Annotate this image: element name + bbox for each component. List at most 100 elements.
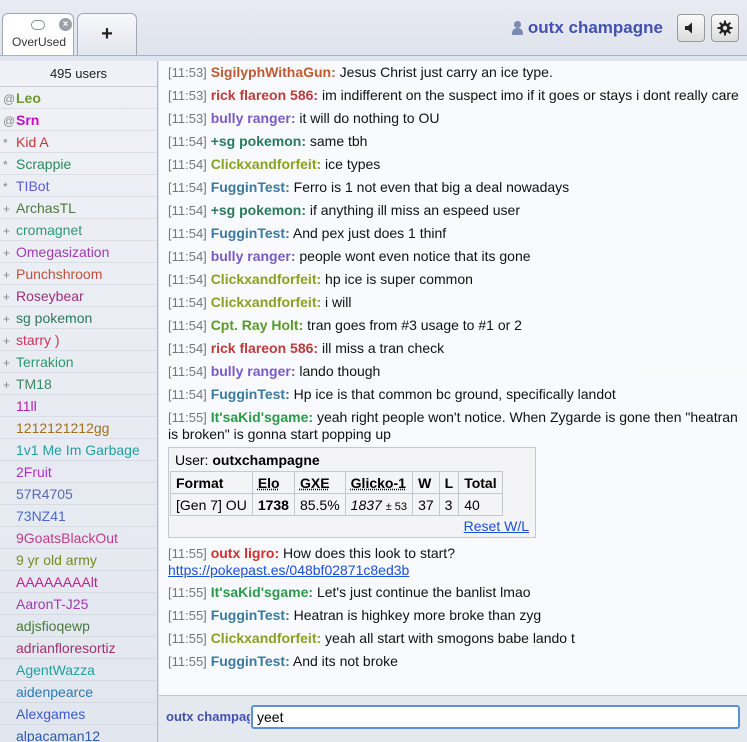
- userlist-item[interactable]: @Leo: [0, 87, 157, 109]
- message-author[interactable]: FugginTest:: [211, 653, 290, 669]
- userlist-item[interactable]: 73NZ41: [0, 505, 157, 527]
- my-nick[interactable]: outx champagne: [166, 709, 250, 724]
- current-username[interactable]: outx champagne: [528, 18, 663, 38]
- new-tab-button[interactable]: +: [77, 13, 137, 55]
- userlist-item[interactable]: 11ll: [0, 395, 157, 417]
- userlist-item[interactable]: + sg pokemon: [0, 307, 157, 329]
- userlist-item[interactable]: + ArchasTL: [0, 197, 157, 219]
- message-timestamp: [11:54]: [168, 341, 207, 356]
- message-author[interactable]: +sg pokemon:: [211, 202, 306, 218]
- message-author[interactable]: Clickxandforfeit:: [211, 294, 321, 310]
- message-text: How does this look to start?: [283, 545, 455, 561]
- message-author[interactable]: FugginTest:: [211, 386, 290, 402]
- message-author[interactable]: FugginTest:: [211, 607, 290, 623]
- rating-box: User: outxchampagne Format Elo GXE Glick…: [168, 447, 536, 538]
- userlist-item[interactable]: * TIBot: [0, 175, 157, 197]
- userlist-item[interactable]: + Terrakion: [0, 351, 157, 373]
- userlist-item[interactable]: + cromagnet: [0, 219, 157, 241]
- message-text: tran goes from #3 usage to #1 or 2: [307, 317, 522, 333]
- userlist-item[interactable]: Alexgames: [0, 703, 157, 725]
- message-author[interactable]: bully ranger:: [211, 363, 296, 379]
- chat-message: [11:54] +sg pokemon: if anything ill mis…: [159, 199, 747, 222]
- user-name: 2Fruit: [16, 464, 52, 480]
- userlist-item[interactable]: 1212121212gg: [0, 417, 157, 439]
- reset-wl-link[interactable]: Reset W/L: [464, 518, 529, 534]
- user-rank: +: [3, 290, 11, 304]
- message-author[interactable]: rick flareon 586:: [211, 340, 318, 356]
- userlist-item[interactable]: 57R4705: [0, 483, 157, 505]
- cell-elo: 1738: [251, 493, 295, 516]
- message-link[interactable]: https://pokepast.es/048bf02871c8ed3b: [168, 562, 409, 578]
- message-author[interactable]: Clickxandforfeit:: [211, 630, 321, 646]
- user-rank: @: [3, 114, 16, 128]
- user-name: AAAAAAAAlt: [16, 574, 98, 590]
- userlist-item[interactable]: + starry ): [0, 329, 157, 351]
- user-name: TIBot: [16, 178, 50, 194]
- chat-message: [11:55] It'saKid'sgame: Let's just conti…: [159, 581, 747, 604]
- message-text: lando though: [299, 363, 381, 379]
- userlist-item[interactable]: adjsfioqewp: [0, 615, 157, 637]
- message-text: yeah all start with smogons babe lando t: [325, 630, 575, 646]
- userlist-item[interactable]: AaronT-J25: [0, 593, 157, 615]
- userlist-item[interactable]: + Punchshroom: [0, 263, 157, 285]
- message-timestamp: [11:53]: [168, 111, 207, 126]
- user-name: Alexgames: [16, 706, 86, 722]
- chat-message: [11:54] Clickxandforfeit: hp ice is supe…: [159, 268, 747, 291]
- userlist-item[interactable]: + Roseybear: [0, 285, 157, 307]
- userlist-item[interactable]: 9 yr old army: [0, 549, 157, 571]
- cell-l: 3: [438, 493, 460, 516]
- user-name: Terrakion: [16, 354, 74, 370]
- user-name: 57R4705: [16, 486, 73, 502]
- userlist-item[interactable]: adrianfloresortiz: [0, 637, 157, 659]
- message-author[interactable]: Clickxandforfeit:: [211, 271, 321, 287]
- userlist-item[interactable]: @Srn: [0, 109, 157, 131]
- message-author[interactable]: bully ranger:: [211, 248, 296, 264]
- chat-input[interactable]: yeet: [251, 705, 740, 729]
- userlist-item[interactable]: AgentWazza: [0, 659, 157, 681]
- user-name: Punchshroom: [16, 266, 103, 282]
- chat-message: [11:55] Clickxandforfeit: yeah all start…: [159, 627, 747, 650]
- message-author[interactable]: bully ranger:: [211, 110, 296, 126]
- user-name: Omegasization: [16, 244, 110, 260]
- message-author[interactable]: Clickxandforfeit:: [211, 156, 321, 172]
- plus-icon: +: [101, 23, 113, 45]
- col-glicko: Glicko-1: [344, 471, 414, 494]
- message-author[interactable]: It'saKid'sgame:: [211, 584, 313, 600]
- userlist-item[interactable]: + TM18: [0, 373, 157, 395]
- userlist-item[interactable]: 9GoatsBlackOut: [0, 527, 157, 549]
- tab-overused[interactable]: × OverUsed: [2, 13, 74, 55]
- userlist-item[interactable]: aidenpearce: [0, 681, 157, 703]
- user-name: starry ): [16, 332, 60, 348]
- message-author[interactable]: rick flareon 586:: [211, 87, 318, 103]
- message-author[interactable]: It'saKid'sgame:: [211, 409, 313, 425]
- userlist-item[interactable]: * Scrappie: [0, 153, 157, 175]
- userlist-item[interactable]: 2Fruit: [0, 461, 157, 483]
- userlist-item[interactable]: alpacaman12: [0, 725, 157, 742]
- message-author[interactable]: Cpt. Ray Holt:: [211, 317, 304, 333]
- message-text: it will do nothing to OU: [299, 110, 440, 126]
- message-author[interactable]: FugginTest:: [211, 179, 290, 195]
- message-author[interactable]: SigilyphWithaGun:: [211, 64, 336, 80]
- userlist-item[interactable]: AAAAAAAAlt: [0, 571, 157, 593]
- chat-message: [11:55] FugginTest: Heatran is highkey m…: [159, 604, 747, 627]
- message-author[interactable]: outx ligro:: [211, 545, 279, 561]
- message-author[interactable]: FugginTest:: [211, 225, 290, 241]
- cell-total: 40: [458, 493, 503, 516]
- message-timestamp: [11:55]: [168, 631, 207, 646]
- message-timestamp: [11:54]: [168, 134, 207, 149]
- settings-button[interactable]: [711, 14, 739, 42]
- message-timestamp: [11:54]: [168, 318, 207, 333]
- user-name: 73NZ41: [16, 508, 66, 524]
- message-text: im indifferent on the suspect imo if it …: [321, 87, 739, 103]
- message-author[interactable]: +sg pokemon:: [211, 133, 306, 149]
- sound-button[interactable]: [677, 14, 705, 42]
- user-name: 9 yr old army: [16, 552, 97, 568]
- userlist-item[interactable]: + Omegasization: [0, 241, 157, 263]
- close-tab-icon[interactable]: ×: [59, 18, 72, 31]
- userlist-item[interactable]: * Kid A: [0, 131, 157, 153]
- chat-message: [11:54] Clickxandforfeit: ice types: [159, 153, 747, 176]
- userlist-item[interactable]: 1v1 Me Im Garbage: [0, 439, 157, 461]
- rating-user-label: User:: [175, 452, 209, 468]
- message-timestamp: [11:55]: [168, 608, 207, 623]
- message-text: hp ice is super common: [325, 271, 473, 287]
